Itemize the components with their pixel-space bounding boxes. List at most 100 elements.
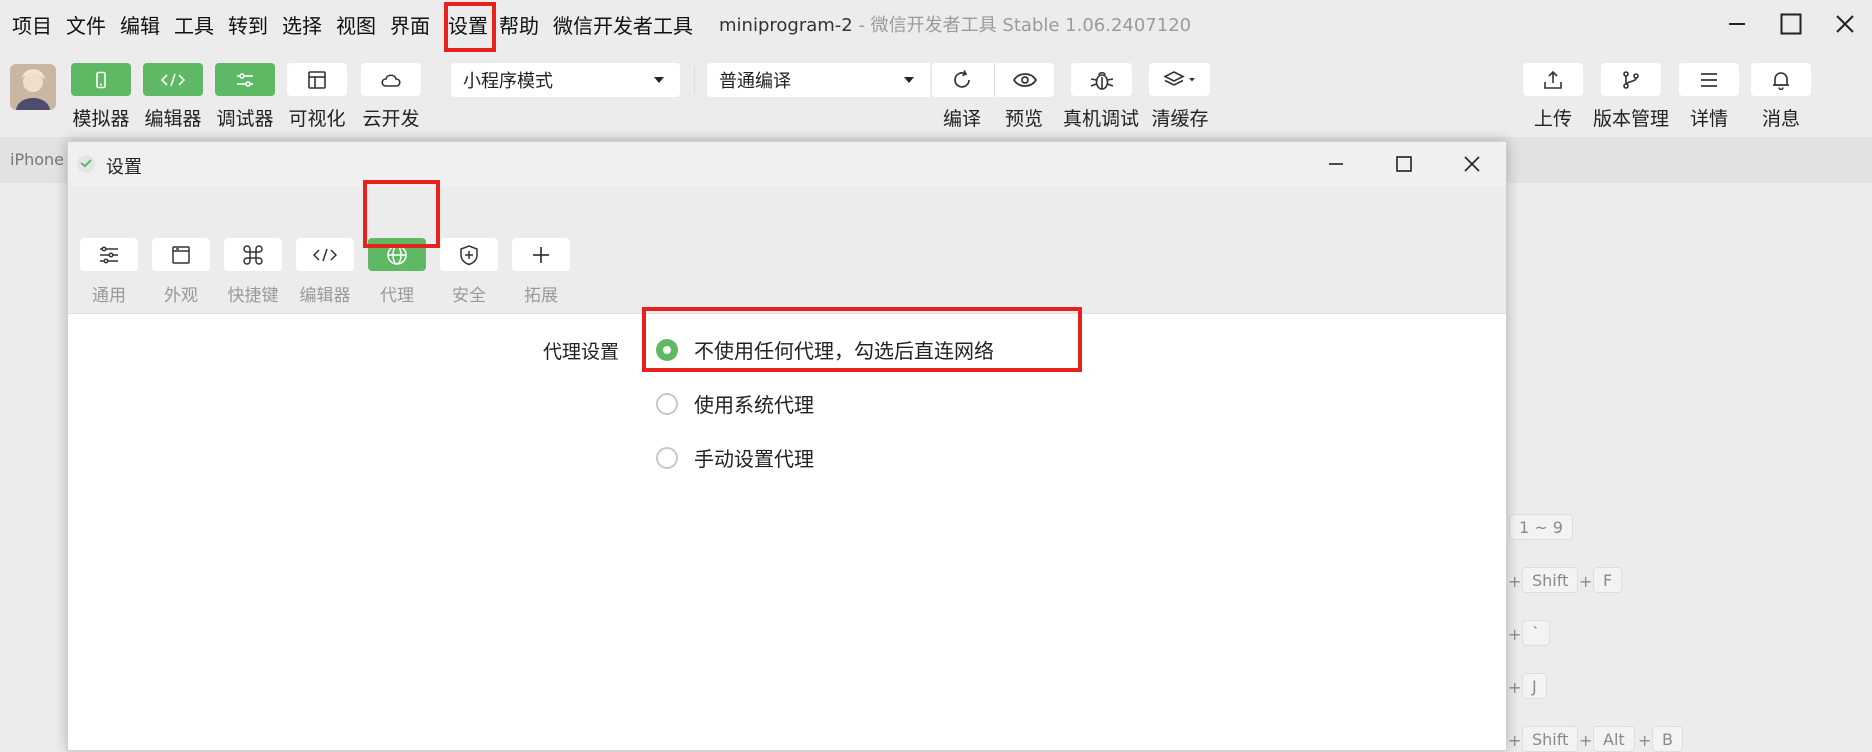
proxy-settings-title: 代理设置	[543, 341, 620, 363]
tab-extensions[interactable]	[512, 238, 570, 271]
proxy-option-none[interactable]: 不使用任何代理，勾选后直连网络	[656, 335, 994, 364]
proxy-option-label: 不使用任何代理，勾选后直连网络	[694, 339, 994, 363]
tab-appearance[interactable]	[152, 238, 210, 271]
visual-label: 可视化	[288, 108, 346, 130]
minimize-icon	[1329, 163, 1343, 165]
bug-icon	[1090, 71, 1113, 90]
upload-icon	[1544, 70, 1562, 89]
cloud-dev-label: 云开发	[362, 108, 420, 130]
debugger-label: 调试器	[216, 108, 274, 130]
chevron-down-icon	[904, 77, 914, 83]
app-title: - 微信开发者工具 Stable 1.06.2407120	[858, 15, 1192, 36]
mode-select[interactable]: 小程序模式	[451, 63, 680, 97]
sliders-icon	[237, 72, 253, 87]
compile-select-value: 普通编译	[719, 71, 791, 92]
close-button[interactable]	[1822, 6, 1868, 42]
menu-goto[interactable]: 转到	[228, 10, 268, 39]
clear-cache-label: 清缓存	[1151, 108, 1209, 130]
tab-shortcuts[interactable]	[224, 238, 282, 271]
radio-checked[interactable]	[656, 338, 678, 361]
menu-view[interactable]: 视图	[336, 10, 376, 39]
menu-interface[interactable]: 界面	[390, 10, 430, 39]
menu-file[interactable]: 文件	[66, 10, 106, 39]
layers-icon	[1163, 70, 1195, 86]
editor-label: 编辑器	[144, 108, 202, 130]
minimize-button[interactable]	[1714, 6, 1760, 42]
dialog-titlebar[interactable]: 设置	[68, 142, 1506, 186]
window-icon	[172, 245, 190, 264]
tab-extensions-label: 拓展	[524, 286, 558, 306]
phone-icon	[96, 71, 106, 88]
editor-button[interactable]	[143, 63, 203, 96]
visual-button[interactable]	[287, 63, 347, 96]
chevron-down-icon	[654, 77, 664, 83]
messages-label: 消息	[1761, 108, 1800, 130]
tab-proxy[interactable]	[368, 238, 426, 271]
tab-editor-label: 编辑器	[299, 286, 351, 306]
globe-icon	[387, 244, 407, 265]
messages-button[interactable]	[1751, 63, 1811, 96]
preview-button[interactable]	[995, 63, 1054, 97]
menu-project[interactable]: 项目	[12, 10, 52, 39]
shortcut-plus: +	[1508, 678, 1522, 697]
tab-editor[interactable]	[296, 238, 354, 271]
tab-general[interactable]	[80, 238, 138, 271]
close-icon	[1836, 15, 1854, 33]
settings-dialog: 设置 通用 外观 快捷键 编辑器 代理 安全 拓展 代理设置 不使用任何代理，勾…	[67, 141, 1507, 751]
plus-icon	[533, 246, 549, 263]
menu-settings[interactable]: 设置	[448, 10, 488, 39]
toolbar-divider	[694, 66, 695, 94]
device-label[interactable]: iPhone	[10, 150, 64, 169]
menu-edit[interactable]: 编辑	[120, 10, 160, 39]
shortcut-key: J	[1522, 673, 1547, 699]
settings-tabs: 通用 外观 快捷键 编辑器 代理 安全 拓展	[68, 186, 1506, 314]
cloud-dev-button[interactable]	[361, 63, 421, 96]
menu-select[interactable]: 选择	[282, 10, 322, 39]
shortcut-key: Alt	[1593, 726, 1635, 752]
dialog-minimize-button[interactable]	[1313, 146, 1359, 182]
debugger-button[interactable]	[215, 63, 275, 96]
avatar-image	[10, 64, 56, 110]
proxy-option-manual[interactable]: 手动设置代理	[656, 443, 814, 472]
menu-wechat-devtools[interactable]: 微信开发者工具	[553, 10, 693, 39]
close-icon	[1464, 156, 1480, 172]
compile-select[interactable]: 普通编译	[707, 63, 930, 97]
clear-cache-button[interactable]	[1149, 63, 1210, 96]
tab-proxy-label: 代理	[380, 286, 414, 306]
remote-debug-button[interactable]	[1071, 63, 1132, 96]
branch-icon	[1623, 70, 1639, 89]
radio-unchecked[interactable]	[656, 392, 678, 415]
tab-appearance-label: 外观	[164, 286, 198, 306]
command-icon	[243, 244, 263, 265]
maximize-button[interactable]	[1768, 6, 1814, 42]
tab-shortcuts-label: 快捷键	[227, 286, 279, 306]
radio-unchecked[interactable]	[656, 446, 678, 469]
shortcut-key: Shift	[1522, 726, 1579, 752]
tab-security[interactable]	[440, 238, 498, 271]
details-button[interactable]	[1679, 63, 1739, 96]
version-control-label: 版本管理	[1592, 108, 1669, 130]
simulator-label: 模拟器	[72, 108, 130, 130]
maximize-icon	[1396, 156, 1412, 172]
upload-button[interactable]	[1523, 63, 1583, 96]
dialog-close-button[interactable]	[1449, 146, 1495, 182]
version-control-button[interactable]	[1601, 63, 1661, 96]
shortcut-plus: +	[1579, 572, 1593, 591]
cloud-icon	[381, 73, 401, 87]
menu-help[interactable]: 帮助	[499, 10, 539, 39]
proxy-option-label: 手动设置代理	[694, 447, 814, 471]
shortcut-plus: +	[1508, 731, 1522, 750]
shortcut-key: B	[1652, 726, 1683, 752]
upload-label: 上传	[1533, 108, 1572, 130]
shortcut-plus: +	[1579, 731, 1593, 750]
avatar[interactable]	[10, 64, 56, 110]
menu-tools[interactable]: 工具	[174, 10, 214, 39]
proxy-option-label: 使用系统代理	[694, 393, 814, 417]
proxy-option-system[interactable]: 使用系统代理	[656, 389, 814, 418]
refresh-icon	[954, 70, 970, 88]
details-label: 详情	[1689, 108, 1728, 130]
eye-icon	[1012, 73, 1037, 87]
dialog-maximize-button[interactable]	[1381, 146, 1427, 182]
compile-button[interactable]	[932, 63, 992, 97]
simulator-button[interactable]	[71, 63, 131, 96]
